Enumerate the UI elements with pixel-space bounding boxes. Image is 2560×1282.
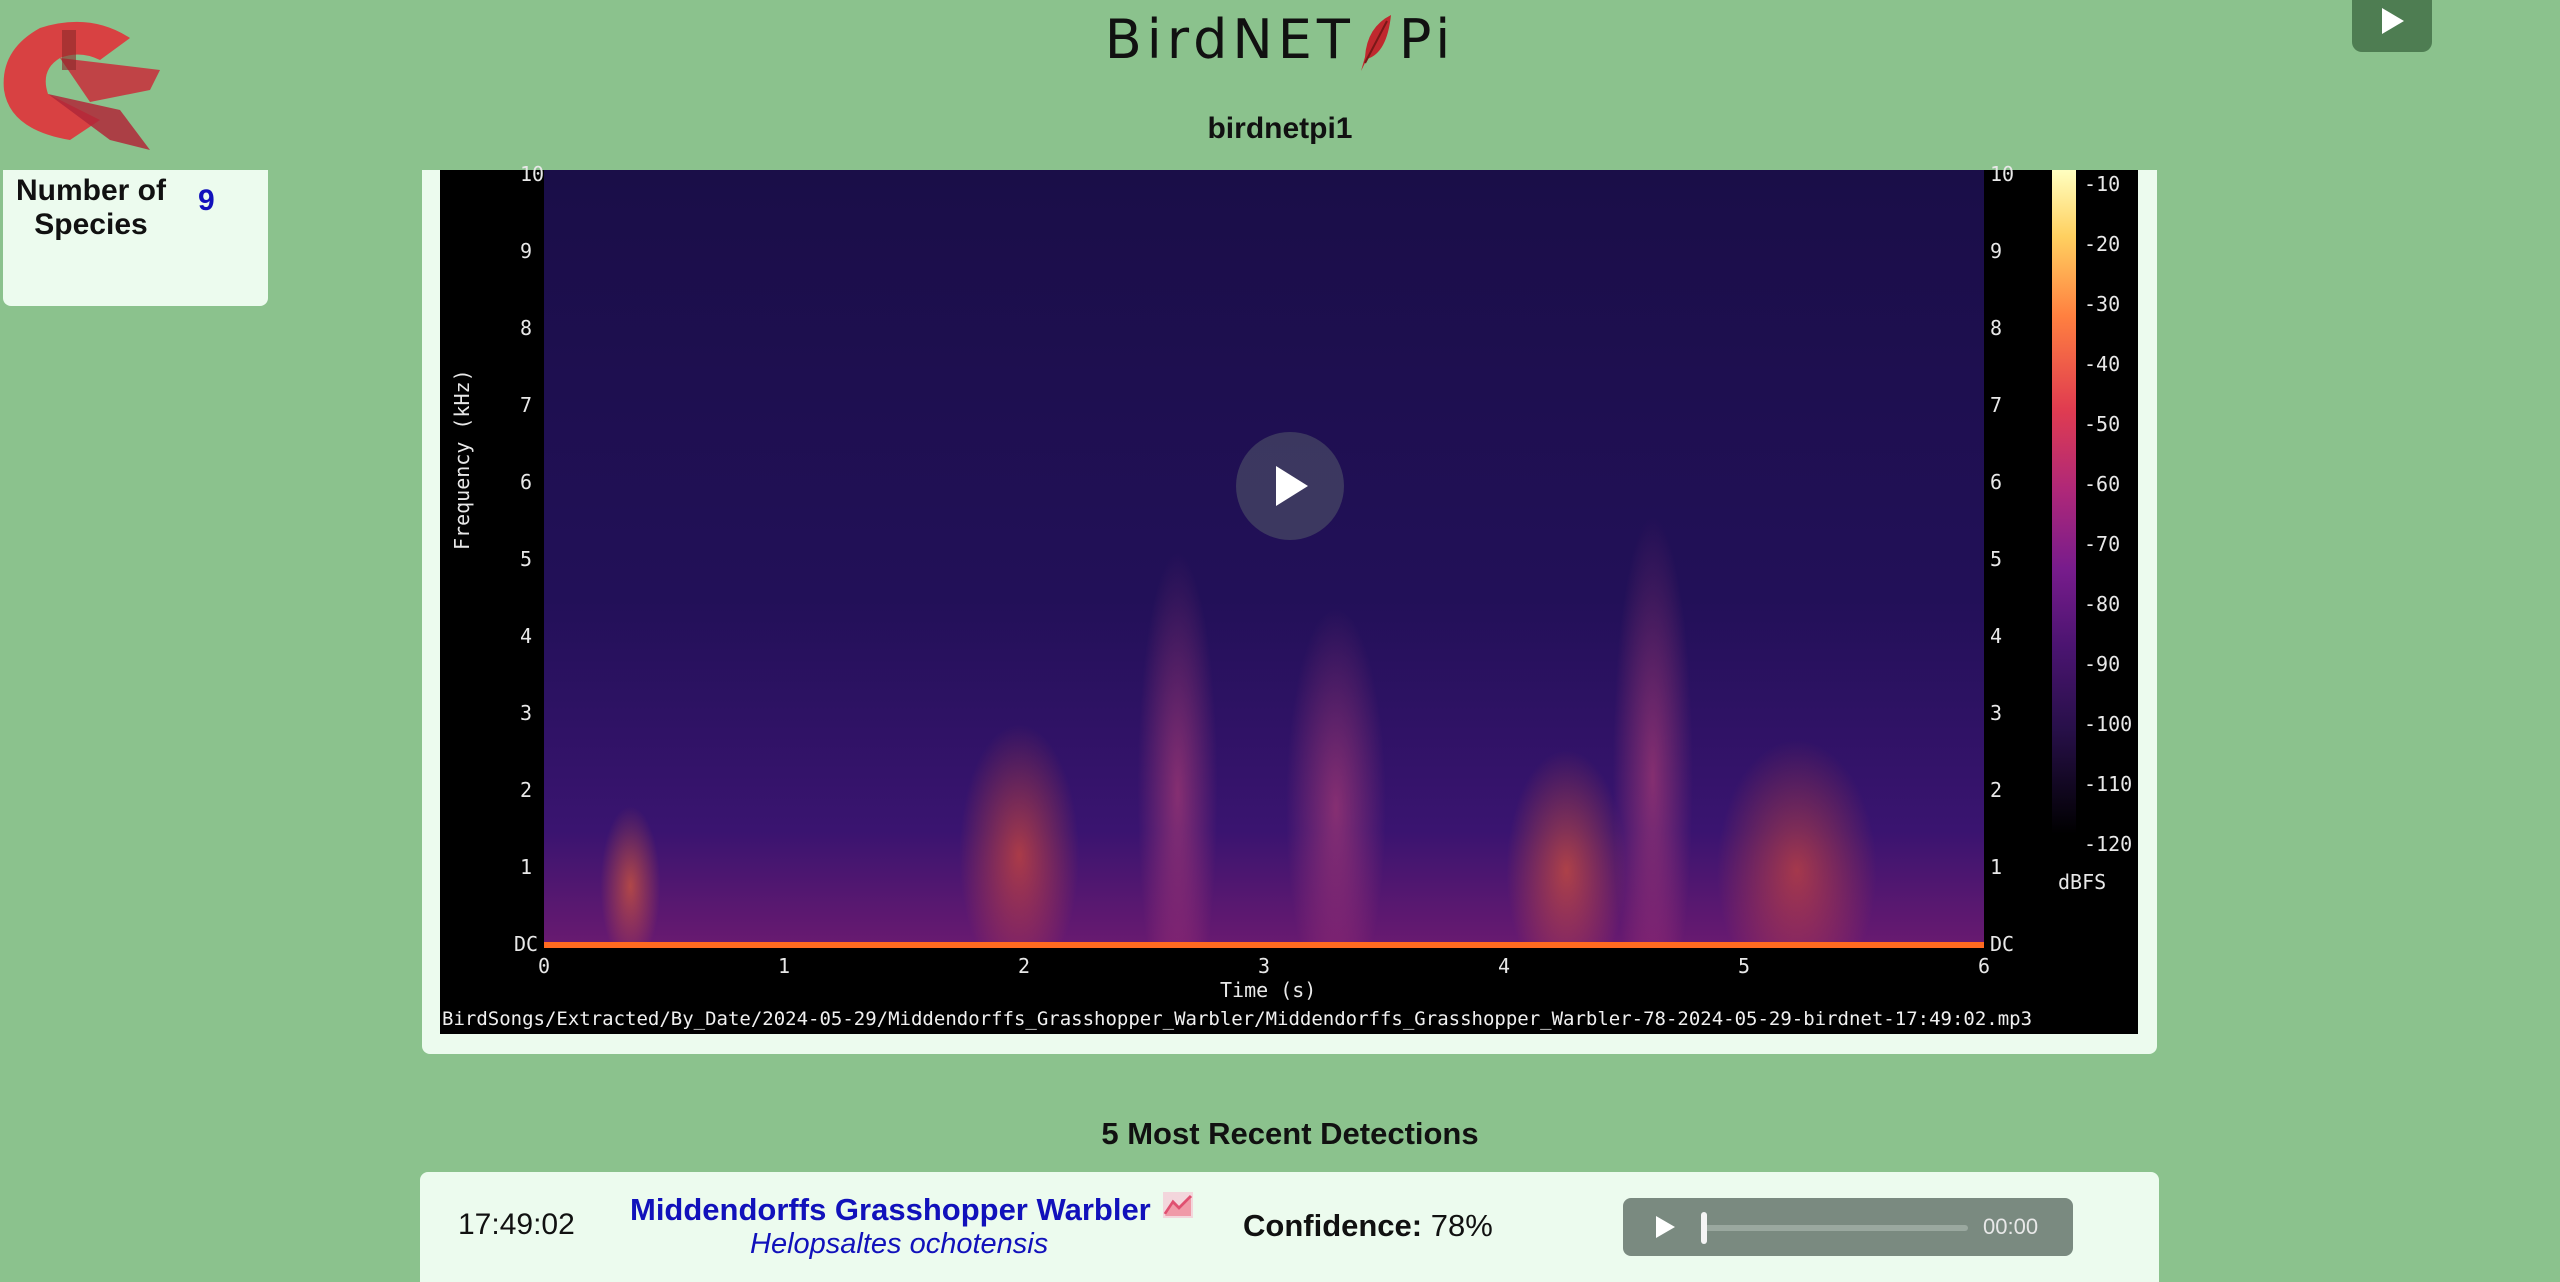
spectrogram-image[interactable]: Frequency (kHz) 10 9 8 7 6 5 4 3 2 1 DC 10 9 8 7 6 5 4 3 2… <box>440 162 2138 1034</box>
y-tick-label-right: 10 <box>1990 162 2015 186</box>
y-tick-label: 5 <box>520 547 533 571</box>
x-tick-label: 0 <box>538 954 551 978</box>
y-tick-label-right: 2 <box>1990 778 2003 802</box>
x-tick-label: 4 <box>1498 954 1511 978</box>
y-tick-label: 4 <box>520 624 533 648</box>
y-tick-label-right: 8 <box>1990 316 2003 340</box>
play-icon <box>2382 8 2404 34</box>
brand-suffix: Pi <box>1398 8 1456 71</box>
colorbar-tick-label: -100 <box>2084 712 2133 736</box>
audio-player[interactable]: 00:00 <box>1623 1198 2073 1256</box>
y-tick-label-right: 7 <box>1990 393 2003 417</box>
x-axis-label: Time (s) <box>1220 978 1317 1002</box>
colorbar-tick-label: -70 <box>2084 532 2121 556</box>
y-tick-label-right: 9 <box>1990 239 2003 263</box>
detection-scientific-name: Helopsaltes ochotensis <box>750 1228 1049 1260</box>
x-tick-label: 6 <box>1978 954 1991 978</box>
y-tick-label: 8 <box>520 316 533 340</box>
audio-progress-thumb[interactable] <box>1701 1212 1707 1244</box>
y-tick-label: 10 <box>520 162 545 186</box>
x-tick-label: 3 <box>1258 954 1271 978</box>
y-tick-label: 6 <box>520 470 533 494</box>
confidence-label: Confidence: <box>1243 1208 1423 1243</box>
colorbar-tick-label: -120 <box>2084 832 2133 856</box>
spectrogram-caption: BirdSongs/Extracted/By_Date/2024-05-29/M… <box>442 1008 2033 1030</box>
audio-progress-track[interactable] <box>1703 1225 1968 1231</box>
species-count-value[interactable]: 9 <box>198 184 215 218</box>
y-axis-label: Frequency (kHz) <box>450 369 474 550</box>
site-title[interactable]: BirdNET Pi <box>0 8 2560 73</box>
colorbar-tick-label: -10 <box>2084 172 2121 196</box>
colorbar-tick-label: -30 <box>2084 292 2121 316</box>
colorbar-tick-label: -20 <box>2084 232 2121 256</box>
colorbar-tick-label: -80 <box>2084 592 2121 616</box>
spectrogram-plot <box>544 170 1984 948</box>
detection-time: 17:49:02 <box>458 1208 575 1241</box>
colorbar <box>2052 170 2076 834</box>
brand-text: BirdNET <box>1104 8 1355 71</box>
colorbar-tick-label: -60 <box>2084 472 2121 496</box>
colorbar-tick-label: -110 <box>2084 772 2133 796</box>
colorbar-tick-label: -90 <box>2084 652 2121 676</box>
y-tick-label-right: 6 <box>1990 470 2003 494</box>
detection-species-link[interactable]: Middendorffs Grasshopper Warbler <box>630 1192 1194 1228</box>
colorbar-unit: dBFS <box>2058 870 2107 894</box>
x-tick-label: 2 <box>1018 954 1031 978</box>
y-tick-label: 2 <box>520 778 533 802</box>
y-tick-label-right: 3 <box>1990 701 2003 725</box>
recent-detections-title: 5 Most Recent Detections <box>1101 1116 1479 1151</box>
y-tick-label-right: DC <box>1990 932 2015 956</box>
species-count-panel: Total Number of Species 9 <box>3 170 268 306</box>
confidence-value: 78% <box>1430 1208 1493 1243</box>
y-tick-label-right: 4 <box>1990 624 2003 648</box>
live-audio-play-button[interactable] <box>2352 0 2432 52</box>
y-tick-label: 3 <box>520 701 533 725</box>
feather-icon <box>1360 15 1391 72</box>
play-icon[interactable] <box>1653 1214 1677 1240</box>
y-tick-label: 7 <box>520 393 533 417</box>
colorbar-tick-label: -40 <box>2084 352 2121 376</box>
spectrogram-baseline <box>544 942 1984 948</box>
x-tick-label: 1 <box>778 954 791 978</box>
species-count-label: Total Number of Species <box>16 170 166 241</box>
y-tick-label: 1 <box>520 855 533 879</box>
detection-common-name[interactable]: Middendorffs Grasshopper Warbler <box>630 1192 1151 1227</box>
y-tick-label: 9 <box>520 239 533 263</box>
hostname: birdnetpi1 <box>1207 112 1353 145</box>
detection-row: 17:49:02 Middendorffs Grasshopper Warble… <box>420 1172 2159 1282</box>
spectrogram-play-button[interactable] <box>1236 432 1344 540</box>
detection-confidence: Confidence: 78% <box>1243 1208 1493 1244</box>
audio-time: 00:00 <box>1983 1214 2039 1239</box>
chart-icon[interactable] <box>1163 1192 1194 1218</box>
play-icon <box>1276 466 1308 506</box>
y-tick-label: DC <box>514 932 539 956</box>
colorbar-tick-label: -50 <box>2084 412 2121 436</box>
y-tick-label-right: 1 <box>1990 855 2003 879</box>
y-tick-label-right: 5 <box>1990 547 2003 571</box>
x-tick-label: 5 <box>1738 954 1751 978</box>
